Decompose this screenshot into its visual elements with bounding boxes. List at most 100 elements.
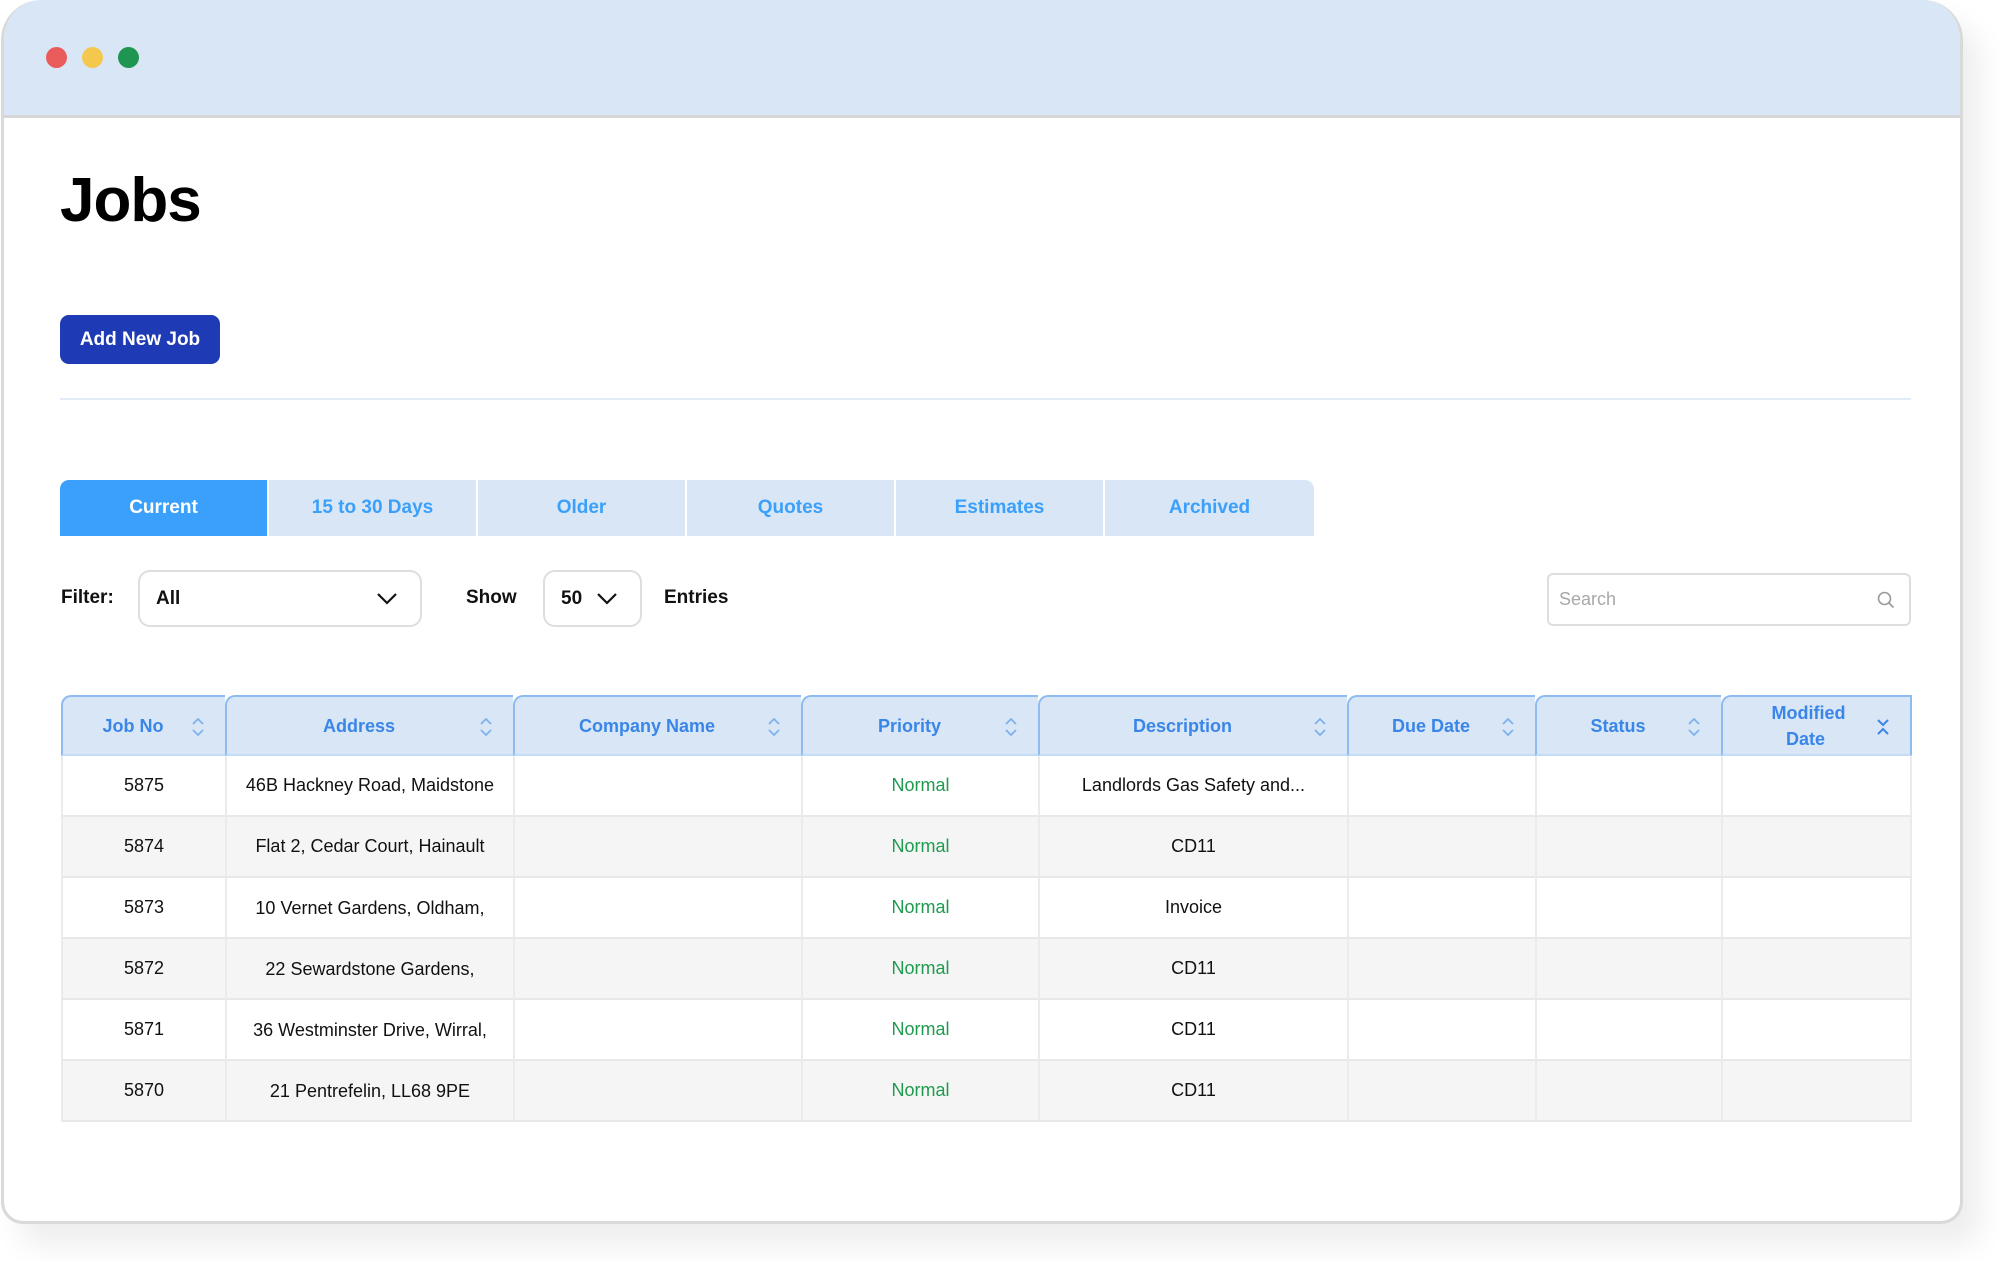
status-cell	[1535, 1061, 1721, 1122]
tab-current[interactable]: Current	[60, 480, 269, 536]
job-number-cell: 5870	[61, 1061, 225, 1122]
table-row[interactable]: 5871 36 Westminster Drive, Wirral, Normal C…	[61, 1000, 1912, 1061]
column-header-priority[interactable]: Priority	[801, 695, 1038, 756]
column-header-modified-date[interactable]: Modified Date	[1721, 695, 1912, 756]
column-header-label: Priority	[877, 715, 942, 736]
address-cell: 10 Vernet Gardens, Oldham,	[225, 878, 513, 939]
filter-select[interactable]: All	[138, 570, 422, 627]
due-date-cell	[1347, 939, 1535, 1000]
title-bar	[4, 0, 1960, 118]
column-header-job-no[interactable]: Job No	[61, 695, 225, 756]
job-number-cell: 5873	[61, 878, 225, 939]
priority-cell: Normal	[801, 939, 1038, 1000]
tab-estimates[interactable]: Estimates	[896, 480, 1105, 536]
tab-15-to-30-days[interactable]: 15 to 30 Days	[269, 480, 478, 536]
priority-cell: Normal	[801, 756, 1038, 817]
company-name-cell	[513, 939, 801, 1000]
column-header-label: Description	[1132, 715, 1233, 736]
address-cell: 22 Sewardstone Gardens,	[225, 939, 513, 1000]
priority-cell: Normal	[801, 1000, 1038, 1061]
modified-date-cell	[1721, 878, 1912, 939]
job-number-cell: 5875	[61, 756, 225, 817]
due-date-cell	[1347, 878, 1535, 939]
address-cell: 46B Hackney Road, Maidstone	[225, 756, 513, 817]
section-divider	[60, 398, 1911, 400]
tab-quotes[interactable]: Quotes	[687, 480, 896, 536]
priority-cell: Normal	[801, 878, 1038, 939]
column-header-description[interactable]: Description	[1038, 695, 1347, 756]
table-row[interactable]: 5873 10 Vernet Gardens, Oldham, Normal Invo…	[61, 878, 1912, 939]
company-name-cell	[513, 1000, 801, 1061]
entries-label: Entries	[664, 587, 729, 608]
sort-toggle-icon[interactable]	[1004, 716, 1018, 738]
close-window-button[interactable]	[46, 47, 67, 68]
sort-toggle-icon[interactable]	[767, 716, 781, 738]
description-cell: CD11	[1038, 939, 1347, 1000]
job-tabs: Current 15 to 30 Days Older Quotes Estim…	[60, 480, 1314, 536]
address-cell: 36 Westminster Drive, Wirral,	[225, 1000, 513, 1061]
column-header-label: Due Date	[1391, 715, 1471, 736]
company-name-cell	[513, 756, 801, 817]
tab-archived[interactable]: Archived	[1105, 480, 1314, 536]
due-date-cell	[1347, 756, 1535, 817]
sort-descending-icon[interactable]	[1876, 716, 1890, 738]
tab-older[interactable]: Older	[478, 480, 687, 536]
sort-toggle-icon[interactable]	[1313, 716, 1327, 738]
priority-cell: Normal	[801, 817, 1038, 878]
table-row[interactable]: 5874 Flat 2, Cedar Court, Hainault Normal C…	[61, 817, 1912, 878]
sort-toggle-icon[interactable]	[1501, 716, 1515, 738]
add-new-job-button[interactable]: Add New Job	[60, 315, 220, 364]
table-row[interactable]: 5875 46B Hackney Road, Maidstone Normal Lan…	[61, 756, 1912, 817]
company-name-cell	[513, 878, 801, 939]
column-header-label: Status	[1590, 715, 1646, 736]
maximize-window-button[interactable]	[118, 47, 139, 68]
modified-date-cell	[1721, 1000, 1912, 1061]
company-name-cell	[513, 817, 801, 878]
description-cell: Landlords Gas Safety and...	[1038, 756, 1347, 817]
column-header-label: Job No	[102, 715, 164, 736]
description-cell: Invoice	[1038, 878, 1347, 939]
minimize-window-button[interactable]	[82, 47, 103, 68]
column-header-company-name[interactable]: Company Name	[513, 695, 801, 756]
description-cell: CD11	[1038, 817, 1347, 878]
filter-select-value: All	[156, 587, 181, 609]
sort-toggle-icon[interactable]	[479, 716, 493, 738]
table-row[interactable]: 5870 21 Pentrefelin, LL68 9PE Normal CD11	[61, 1061, 1912, 1122]
chevron-down-icon	[377, 593, 397, 605]
table-body: 5875 46B Hackney Road, Maidstone Normal Lan…	[61, 756, 1912, 1122]
jobs-table: Job No Address Company Name Priority Descrip…	[61, 695, 1912, 1122]
job-number-cell: 5874	[61, 817, 225, 878]
show-label: Show	[466, 587, 517, 608]
description-cell: CD11	[1038, 1000, 1347, 1061]
job-number-cell: 5871	[61, 1000, 225, 1061]
search-icon[interactable]	[1876, 590, 1896, 610]
table-row[interactable]: 5872 22 Sewardstone Gardens, Normal CD11	[61, 939, 1912, 1000]
modified-date-cell	[1721, 756, 1912, 817]
entries-select[interactable]: 50	[543, 570, 642, 627]
address-cell: Flat 2, Cedar Court, Hainault	[225, 817, 513, 878]
entries-select-value: 50	[561, 587, 583, 609]
description-cell: CD11	[1038, 1061, 1347, 1122]
sort-toggle-icon[interactable]	[1687, 716, 1701, 738]
app-window: Jobs Add New Job Current 15 to 30 Days O…	[1, 0, 1963, 1224]
column-header-label: Address	[322, 715, 396, 736]
due-date-cell	[1347, 1061, 1535, 1122]
status-cell	[1535, 756, 1721, 817]
modified-date-cell	[1721, 1061, 1912, 1122]
column-header-status[interactable]: Status	[1535, 695, 1721, 756]
column-header-label: Modified Date	[1771, 702, 1846, 749]
job-number-cell: 5872	[61, 939, 225, 1000]
due-date-cell	[1347, 1000, 1535, 1061]
address-cell: 21 Pentrefelin, LL68 9PE	[225, 1061, 513, 1122]
company-name-cell	[513, 1061, 801, 1122]
table-header-row: Job No Address Company Name Priority Descrip…	[61, 695, 1912, 756]
search-input[interactable]	[1549, 575, 1849, 624]
due-date-cell	[1347, 817, 1535, 878]
sort-toggle-icon[interactable]	[191, 716, 205, 738]
column-header-label: Company Name	[578, 715, 716, 736]
column-header-due-date[interactable]: Due Date	[1347, 695, 1535, 756]
status-cell	[1535, 1000, 1721, 1061]
modified-date-cell	[1721, 817, 1912, 878]
column-header-address[interactable]: Address	[225, 695, 513, 756]
chevron-down-icon	[597, 593, 617, 605]
